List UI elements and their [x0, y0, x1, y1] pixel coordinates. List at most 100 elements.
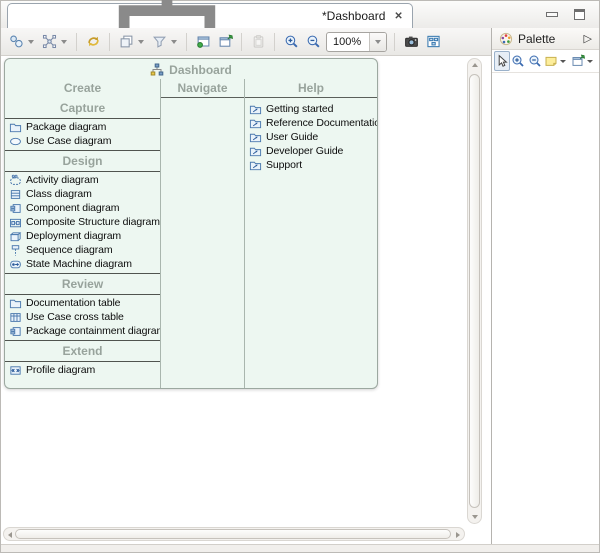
routing-dropdown-icon[interactable]: [61, 40, 67, 44]
shapes-icon: [9, 34, 24, 49]
composite-structure-icon: [9, 216, 22, 229]
camera-icon: [404, 34, 419, 49]
item-sequence-diagram[interactable]: Sequence diagram: [5, 243, 160, 257]
note-tool-button[interactable]: [543, 51, 559, 71]
divider: [5, 171, 160, 172]
state-machine-icon: [9, 258, 22, 271]
synchronize-button[interactable]: [82, 31, 104, 53]
deployment-icon: [9, 230, 22, 243]
note-dropdown-icon[interactable]: [560, 60, 566, 63]
dashboard-title-row: Dashboard: [5, 59, 377, 79]
tab-title: *Dashboard: [322, 9, 385, 23]
filter-button[interactable]: [148, 31, 170, 53]
arrange-shapes-button[interactable]: [5, 31, 27, 53]
overview-button[interactable]: [422, 31, 444, 53]
item-composite-structure-diagram[interactable]: Composite Structure diagram: [5, 215, 160, 229]
item-label: Support: [266, 159, 302, 171]
scroll-up-icon[interactable]: [472, 63, 478, 67]
vertical-scrollbar-thumb[interactable]: [469, 74, 480, 508]
toolbar-separator: [109, 33, 110, 51]
palette-wheel-icon: [499, 32, 513, 46]
capture-header: Capture: [5, 100, 160, 116]
create-header: Create: [5, 79, 160, 98]
sync-arrows-icon: [86, 34, 101, 49]
shortcut-tool-button[interactable]: [570, 51, 586, 71]
horizontal-scrollbar[interactable]: [3, 527, 465, 541]
item-class-diagram[interactable]: Class diagram: [5, 187, 160, 201]
item-package-containment-diagram[interactable]: Package containment diagram: [5, 324, 160, 338]
item-label: Sequence diagram: [26, 244, 113, 256]
arrange-dropdown-icon[interactable]: [28, 40, 34, 44]
dashboard-title: Dashboard: [169, 63, 232, 77]
horizontal-scrollbar-thumb[interactable]: [15, 529, 451, 539]
toolbar-separator: [76, 33, 77, 51]
table-icon: [9, 311, 22, 324]
scroll-left-icon[interactable]: [8, 532, 12, 538]
zoom-in-icon: [284, 34, 299, 49]
item-use-case-diagram[interactable]: Use Case diagram: [5, 134, 160, 148]
tab-dashboard[interactable]: *Dashboard ✕: [7, 3, 413, 28]
shortcut-dropdown-icon[interactable]: [587, 60, 593, 63]
item-activity-diagram[interactable]: Activity diagram: [5, 173, 160, 187]
scroll-right-icon[interactable]: [456, 532, 460, 538]
expand-right-icon[interactable]: ▷: [584, 32, 592, 45]
divider: [5, 340, 160, 341]
toolbar-separator: [186, 33, 187, 51]
zoom-level-value[interactable]: 100%: [327, 36, 369, 48]
help-item-reference-documentation[interactable]: Reference Documentation: [245, 116, 377, 130]
filter-dropdown-icon[interactable]: [171, 40, 177, 44]
item-profile-diagram[interactable]: Profile diagram: [5, 363, 160, 377]
item-documentation-table[interactable]: Documentation table: [5, 296, 160, 310]
item-label: Developer Guide: [266, 145, 343, 157]
help-item-user-guide[interactable]: User Guide: [245, 130, 377, 144]
design-header: Design: [5, 153, 160, 169]
navigate-column: Navigate: [160, 79, 245, 388]
zoom-combo-dropdown[interactable]: [369, 33, 386, 51]
help-folder-icon: [249, 145, 262, 158]
paste-button[interactable]: [247, 31, 269, 53]
item-state-machine-diagram[interactable]: State Machine diagram: [5, 257, 160, 271]
navigate-header: Navigate: [161, 79, 244, 98]
item-use-case-cross-table[interactable]: Use Case cross table: [5, 310, 160, 324]
toolbar-separator: [241, 33, 242, 51]
item-package-diagram[interactable]: Package diagram: [5, 120, 160, 134]
help-folder-icon: [249, 131, 262, 144]
layout-routing-button[interactable]: [38, 31, 60, 53]
export-image-button[interactable]: [192, 31, 214, 53]
item-label: State Machine diagram: [26, 258, 132, 270]
help-folder-icon: [249, 103, 262, 116]
scroll-down-icon[interactable]: [472, 515, 478, 519]
dashboard-icon: [150, 63, 164, 77]
copy-appearance-button[interactable]: [115, 31, 137, 53]
diagram-toolbar: 100%: [1, 28, 491, 56]
help-column: Help Getting started Reference Documenta…: [245, 79, 377, 388]
item-component-diagram[interactable]: Component diagram: [5, 201, 160, 215]
copy-dropdown-icon[interactable]: [138, 40, 144, 44]
help-item-getting-started[interactable]: Getting started: [245, 102, 377, 116]
diagram-window-icon: [426, 34, 441, 49]
snapshot-button[interactable]: [400, 31, 422, 53]
class-icon: [9, 188, 22, 201]
help-item-developer-guide[interactable]: Developer Guide: [245, 144, 377, 158]
palette-zoom-out-button[interactable]: [526, 51, 542, 71]
chevron-down-icon: [375, 40, 381, 44]
profile-icon: [9, 364, 22, 377]
divider: [5, 150, 160, 151]
activity-icon: [9, 174, 22, 187]
vertical-scrollbar[interactable]: [467, 58, 482, 524]
import-image-button[interactable]: [214, 31, 236, 53]
divider: [5, 294, 160, 295]
maximize-icon[interactable]: [574, 9, 585, 20]
minimize-icon[interactable]: [546, 12, 558, 17]
select-tool-button[interactable]: [494, 51, 510, 71]
create-column: Create Capture Package diagram Use Case …: [5, 79, 160, 388]
zoom-level-combo[interactable]: 100%: [326, 32, 387, 52]
zoom-out-button[interactable]: [302, 31, 324, 53]
zoom-in-button[interactable]: [280, 31, 302, 53]
item-deployment-diagram[interactable]: Deployment diagram: [5, 229, 160, 243]
item-label: Activity diagram: [26, 174, 99, 186]
help-item-support[interactable]: Support: [245, 158, 377, 172]
palette-zoom-in-button[interactable]: [510, 51, 526, 71]
close-icon[interactable]: ✕: [394, 11, 402, 22]
palette-header[interactable]: Palette ▷: [492, 28, 599, 50]
